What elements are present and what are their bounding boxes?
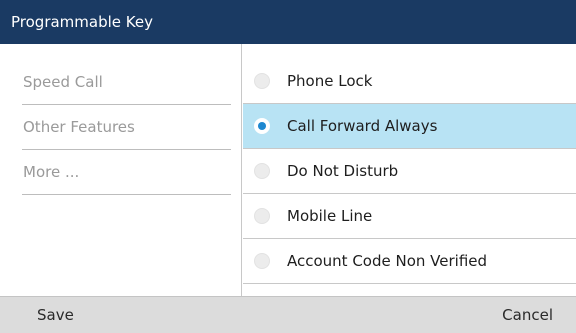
radio-button-selected-icon[interactable] (254, 118, 270, 134)
screen-title-bar: Programmable Key (0, 0, 576, 44)
radio-button-icon[interactable] (254, 163, 270, 179)
option-mobile-line[interactable]: Mobile Line (243, 194, 576, 239)
cancel-button[interactable]: Cancel (502, 297, 553, 333)
category-item-other-features[interactable]: Other Features (22, 105, 231, 150)
option-label: Account Code Non Verified (287, 252, 488, 270)
category-item-label: More ... (23, 163, 80, 181)
softkey-bar: Save Cancel (0, 296, 576, 333)
feature-option-list: Phone Lock Call Forward Always Do Not Di… (243, 44, 576, 296)
save-button[interactable]: Save (37, 297, 74, 333)
radio-button-icon[interactable] (254, 208, 270, 224)
category-list: Speed Call Other Features More ... (0, 44, 242, 296)
option-label: Phone Lock (287, 72, 373, 90)
option-account-code-non-verified[interactable]: Account Code Non Verified (243, 239, 576, 284)
category-item-speed-call[interactable]: Speed Call (22, 60, 231, 105)
category-item-more[interactable]: More ... (22, 150, 231, 195)
option-phone-lock[interactable]: Phone Lock (243, 59, 576, 104)
option-do-not-disturb[interactable]: Do Not Disturb (243, 149, 576, 194)
option-label: Mobile Line (287, 207, 373, 225)
option-call-forward-always[interactable]: Call Forward Always (243, 104, 576, 149)
option-label: Call Forward Always (287, 117, 438, 135)
radio-button-icon[interactable] (254, 253, 270, 269)
radio-button-icon[interactable] (254, 73, 270, 89)
option-label: Do Not Disturb (287, 162, 399, 180)
screen-title: Programmable Key (11, 13, 153, 31)
category-item-label: Speed Call (23, 73, 103, 91)
category-item-label: Other Features (23, 118, 135, 136)
